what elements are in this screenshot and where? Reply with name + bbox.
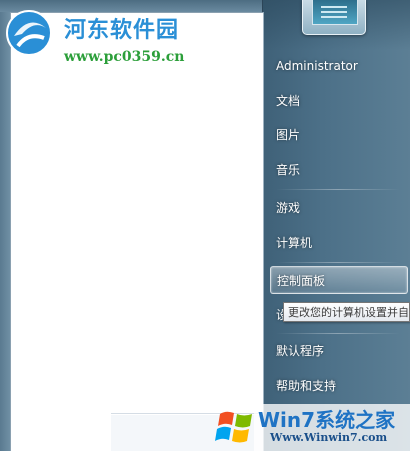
monitor-icon (312, 0, 358, 25)
win7-watermark-brand: Win7系统之家 (258, 408, 396, 432)
menu-divider (276, 333, 400, 334)
menu-item-games[interactable]: 游戏 (270, 195, 408, 221)
menu-divider (276, 262, 400, 263)
menu-item-pictures[interactable]: 图片 (270, 122, 408, 148)
start-menu: Administrator 文档 图片 音乐 游戏 计算机 控制面板 设 默认程… (0, 0, 410, 451)
win7-watermark: Win7系统之家 Www.Winwin7.com (214, 398, 410, 451)
menu-item-administrator[interactable]: Administrator (270, 53, 408, 79)
menu-item-music[interactable]: 音乐 (270, 157, 408, 183)
programs-pane (10, 12, 264, 451)
menu-item-documents[interactable]: 文档 (270, 88, 408, 114)
control-panel-tooltip: 更改您的计算机设置并自 (283, 302, 410, 322)
site-watermark-title: 河东软件园 (64, 17, 180, 43)
site-watermark: 河东软件园 www.pc0359.cn (4, 6, 234, 68)
site-logo-icon (6, 10, 52, 56)
windows-logo-icon (215, 411, 252, 443)
menu-item-computer[interactable]: 计算机 (270, 230, 408, 256)
menu-item-control-panel[interactable]: 控制面板 (270, 266, 408, 294)
user-picture[interactable] (302, 0, 366, 35)
menu-divider (276, 189, 400, 190)
menu-item-help-support[interactable]: 帮助和支持 (270, 373, 408, 399)
menu-item-default-programs[interactable]: 默认程序 (270, 338, 408, 364)
site-watermark-url: www.pc0359.cn (64, 49, 185, 65)
win7-watermark-url: Www.Winwin7.com (270, 431, 388, 444)
